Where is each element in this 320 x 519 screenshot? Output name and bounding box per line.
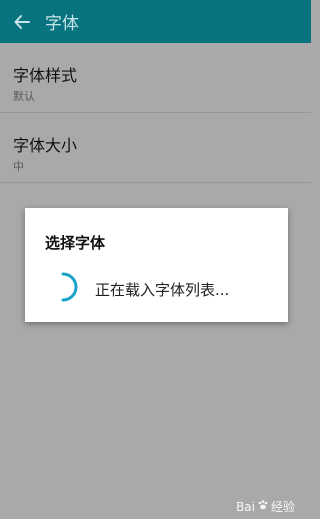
paw-icon	[257, 499, 269, 514]
setting-font-size[interactable]: 字体大小 中	[0, 113, 311, 183]
setting-label: 字体样式	[13, 66, 78, 85]
arrow-left-icon[interactable]	[13, 13, 31, 31]
setting-font-style[interactable]: 字体样式 默认	[0, 43, 311, 113]
setting-label: 字体大小	[13, 136, 78, 155]
loading-dialog: 选择字体 正在载入字体列表...	[25, 208, 288, 322]
app-bar: 字体	[0, 0, 311, 43]
dialog-message: 正在载入字体列表...	[95, 281, 230, 299]
setting-value: 默认	[13, 90, 35, 103]
dialog-title: 选择字体	[45, 234, 106, 252]
page-title: 字体	[45, 14, 79, 34]
watermark-text: Bai	[236, 499, 255, 514]
baidu-watermark: Bai 经验	[236, 498, 295, 515]
watermark-text: 经验	[270, 500, 295, 514]
setting-value: 中	[13, 160, 24, 173]
loading-spinner-icon	[47, 271, 79, 303]
settings-list: 字体样式 默认 字体大小 中	[0, 43, 311, 183]
